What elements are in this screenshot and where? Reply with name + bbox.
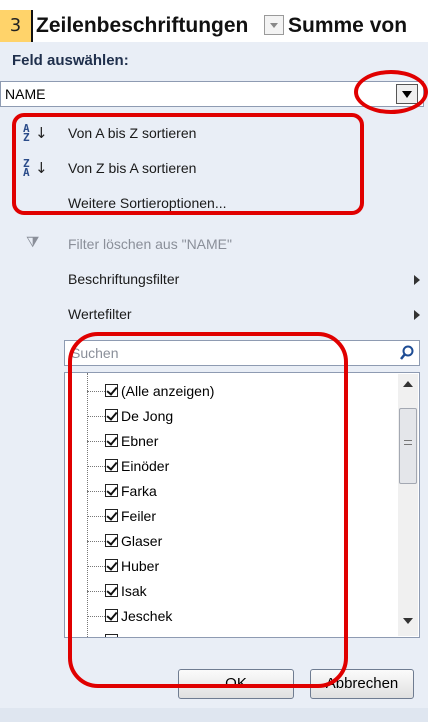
annotation-sort-box (12, 113, 364, 215)
annotation-circle (354, 70, 428, 114)
scroll-up-icon[interactable] (403, 381, 413, 387)
grip-icon (404, 440, 412, 445)
submenu-arrow-icon (414, 275, 420, 285)
filter-clear-icon: ⧩ (26, 234, 40, 251)
row-number: 3 (0, 10, 33, 42)
column-header-row-labels: Zeilenbeschriftungen (36, 14, 249, 37)
panel-footer (0, 708, 428, 722)
annotation-list-box (68, 332, 348, 688)
column-header-sum: Summe von (288, 14, 408, 37)
filter-dropdown-button[interactable] (264, 15, 284, 35)
submenu-arrow-icon (414, 310, 420, 320)
field-select-label: Feld auswählen: (12, 52, 129, 69)
label-filter-item[interactable]: Beschriftungsfilter (68, 271, 179, 287)
search-icon[interactable] (399, 345, 415, 361)
clear-filter-item: Filter löschen aus "NAME" (68, 236, 232, 252)
scrollbar-thumb[interactable] (399, 408, 417, 484)
scroll-down-icon[interactable] (403, 618, 413, 624)
value-filter-item[interactable]: Wertefilter (68, 306, 132, 322)
